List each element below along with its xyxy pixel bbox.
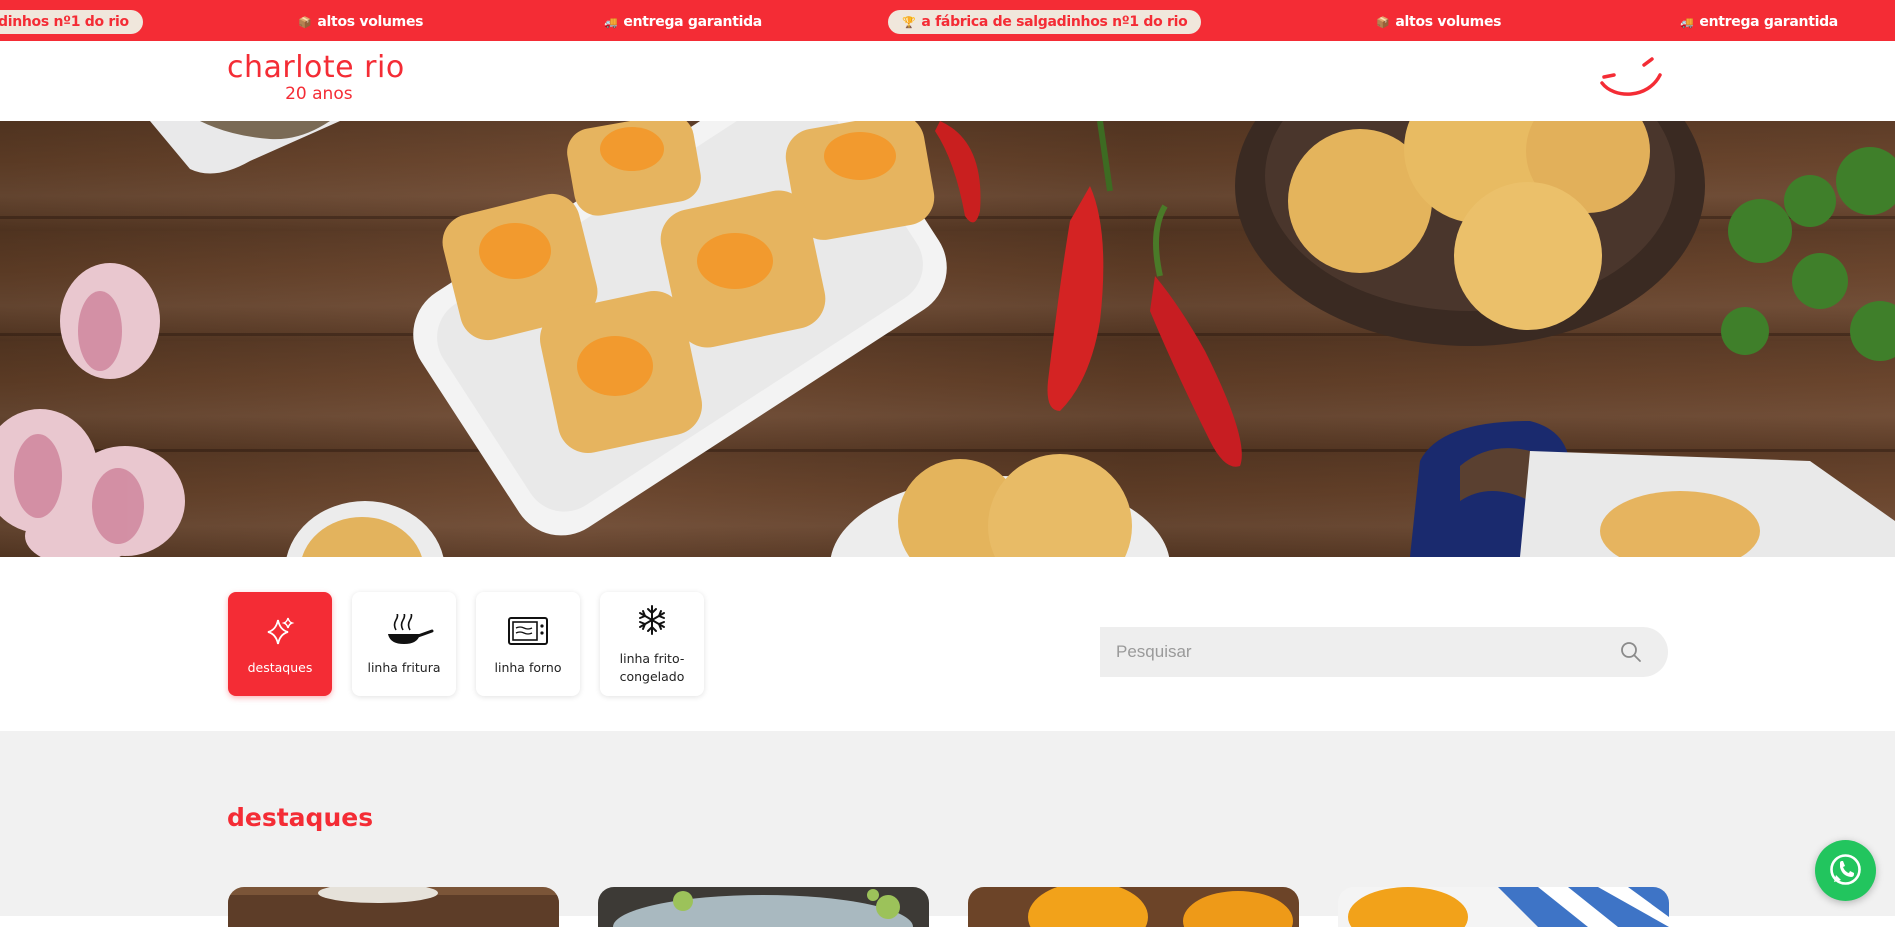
ticker-item: 📦 altos volumes	[298, 10, 424, 34]
brand-subtitle: 20 anos	[285, 84, 353, 104]
product-card[interactable]	[228, 887, 559, 927]
product-card[interactable]	[968, 887, 1299, 927]
ticker-item-text: entrega garantida	[1699, 14, 1838, 30]
category-label: linha fritura	[367, 660, 441, 675]
product-image	[598, 887, 929, 927]
product-card[interactable]	[598, 887, 929, 927]
ticker-item-text: a fábrica de salgadinhos nº1 do rio	[921, 14, 1188, 30]
box-icon: 📦	[298, 16, 312, 29]
site-header: charlote rio 20 anos	[0, 41, 1895, 121]
category-linha-frito-congelado[interactable]: linha frito-congelado	[600, 592, 704, 696]
brand-logo[interactable]: charlote rio 20 anos	[227, 50, 405, 104]
box-icon: 📦	[1376, 16, 1390, 29]
whatsapp-icon	[1830, 854, 1861, 885]
section-title: destaques	[227, 803, 374, 832]
product-image	[968, 887, 1299, 927]
ticker-item: 🚚 entrega garantida	[1680, 10, 1838, 34]
category-linha-forno[interactable]: linha forno	[476, 592, 580, 696]
ticker-item: 🏆 a fábrica de salgadinhos nº1 do rio	[888, 10, 1202, 34]
search-input[interactable]	[1116, 627, 1596, 677]
announcement-ticker: dinhos nº1 do rio 📦 altos volumes 🚚 entreg…	[0, 0, 1895, 41]
ticker-item: 🚚 entrega garantida	[604, 10, 762, 34]
ticker-item-text: dinhos nº1 do rio	[0, 14, 129, 30]
ticker-item-text: altos volumes	[1395, 14, 1502, 30]
category-label: destaques	[247, 660, 313, 675]
category-linha-fritura[interactable]: linha fritura	[352, 592, 456, 696]
category-label: linha frito-congelado	[619, 651, 685, 684]
product-image	[1338, 887, 1669, 927]
hero-food-image	[0, 121, 1895, 557]
oven-icon	[508, 617, 548, 645]
hero-banner	[0, 121, 1895, 557]
truck-icon: 🚚	[1680, 16, 1694, 29]
trophy-icon: 🏆	[902, 16, 916, 29]
sparkles-icon	[267, 617, 295, 645]
ticker-item: dinhos nº1 do rio	[0, 10, 143, 34]
category-destaques[interactable]: destaques	[228, 592, 332, 696]
search-icon[interactable]	[1620, 641, 1642, 663]
frying-pan-icon	[388, 614, 434, 644]
ticker-item-text: entrega garantida	[623, 14, 762, 30]
product-image	[228, 887, 559, 927]
ticker-item-text: altos volumes	[317, 14, 424, 30]
ticker-item: 📦 altos volumes	[1376, 10, 1502, 34]
whatsapp-button[interactable]	[1815, 840, 1876, 901]
truck-icon: 🚚	[604, 16, 618, 29]
product-card[interactable]	[1338, 887, 1669, 927]
search-box	[1100, 627, 1668, 677]
featured-section: destaques	[0, 731, 1895, 927]
smile-logo-icon[interactable]	[1596, 55, 1668, 101]
snowflake-icon	[639, 605, 665, 635]
category-label: linha forno	[494, 660, 562, 675]
brand-name: charlote rio	[227, 50, 405, 85]
